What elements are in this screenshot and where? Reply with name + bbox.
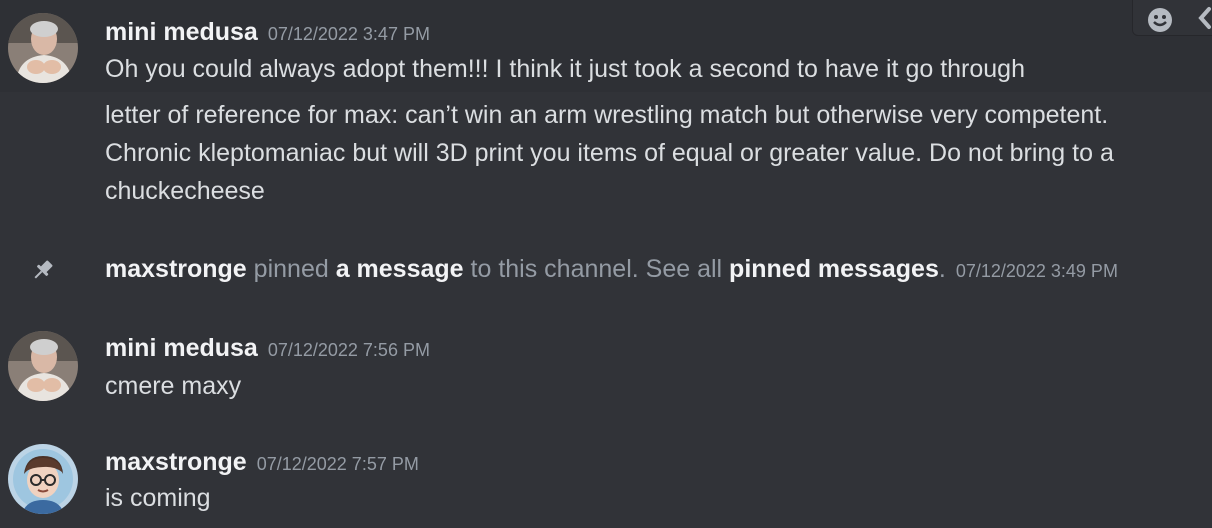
system-text: to this channel. See all <box>470 255 723 283</box>
timestamp[interactable]: 07/12/2022 3:49 PM <box>956 261 1118 281</box>
pin-icon-svg <box>34 260 53 279</box>
username[interactable]: mini medusa <box>105 334 258 362</box>
message-text: is coming <box>105 484 211 512</box>
pinned-message-link[interactable]: a message <box>336 255 464 283</box>
pin-icon <box>30 257 56 283</box>
timestamp[interactable]: 07/12/2022 7:56 PM <box>268 340 430 360</box>
message-header: mini medusa 07/12/2022 3:47 PM <box>105 17 430 47</box>
avatar-image <box>8 13 78 83</box>
system-actor[interactable]: maxstronge <box>105 255 247 283</box>
mini-medusa-avatar[interactable] <box>8 331 78 401</box>
timestamp[interactable]: 07/12/2022 3:47 PM <box>268 24 430 44</box>
add-reaction-icon-svg <box>1148 8 1172 32</box>
mini-medusa-avatar[interactable] <box>8 13 78 83</box>
username[interactable]: mini medusa <box>105 18 258 46</box>
maxstronge-avatar[interactable] <box>8 444 78 514</box>
message-header: maxstronge 07/12/2022 7:57 PM <box>105 447 419 477</box>
message-text-line: chuckecheese <box>105 177 265 205</box>
add-reaction-icon[interactable] <box>1145 5 1175 39</box>
message-text-line: letter of reference for max: can’t win a… <box>105 101 1109 129</box>
username[interactable]: maxstronge <box>105 448 247 476</box>
pinned-system-message: maxstronge pinned a message to this chan… <box>105 253 1118 285</box>
message-action-toolbar <box>1132 0 1212 36</box>
message-text-line: Chronic kleptomaniac but will 3D print y… <box>105 139 1114 167</box>
more-icon[interactable] <box>1195 5 1212 35</box>
system-text: pinned <box>253 255 329 283</box>
pinned-messages-link[interactable]: pinned messages <box>729 255 939 283</box>
message-header: mini medusa 07/12/2022 7:56 PM <box>105 333 430 363</box>
message-text: cmere maxy <box>105 372 242 400</box>
message-text: Oh you could always adopt them!!! I thin… <box>105 55 1025 83</box>
system-period: . <box>938 255 946 283</box>
avatar-image <box>8 331 78 401</box>
chat-messages: mini medusa 07/12/2022 3:47 PM Oh you cou… <box>0 0 1212 528</box>
timestamp[interactable]: 07/12/2022 7:57 PM <box>257 454 419 474</box>
more-icon-svg <box>1198 7 1211 29</box>
avatar-image <box>8 444 78 514</box>
